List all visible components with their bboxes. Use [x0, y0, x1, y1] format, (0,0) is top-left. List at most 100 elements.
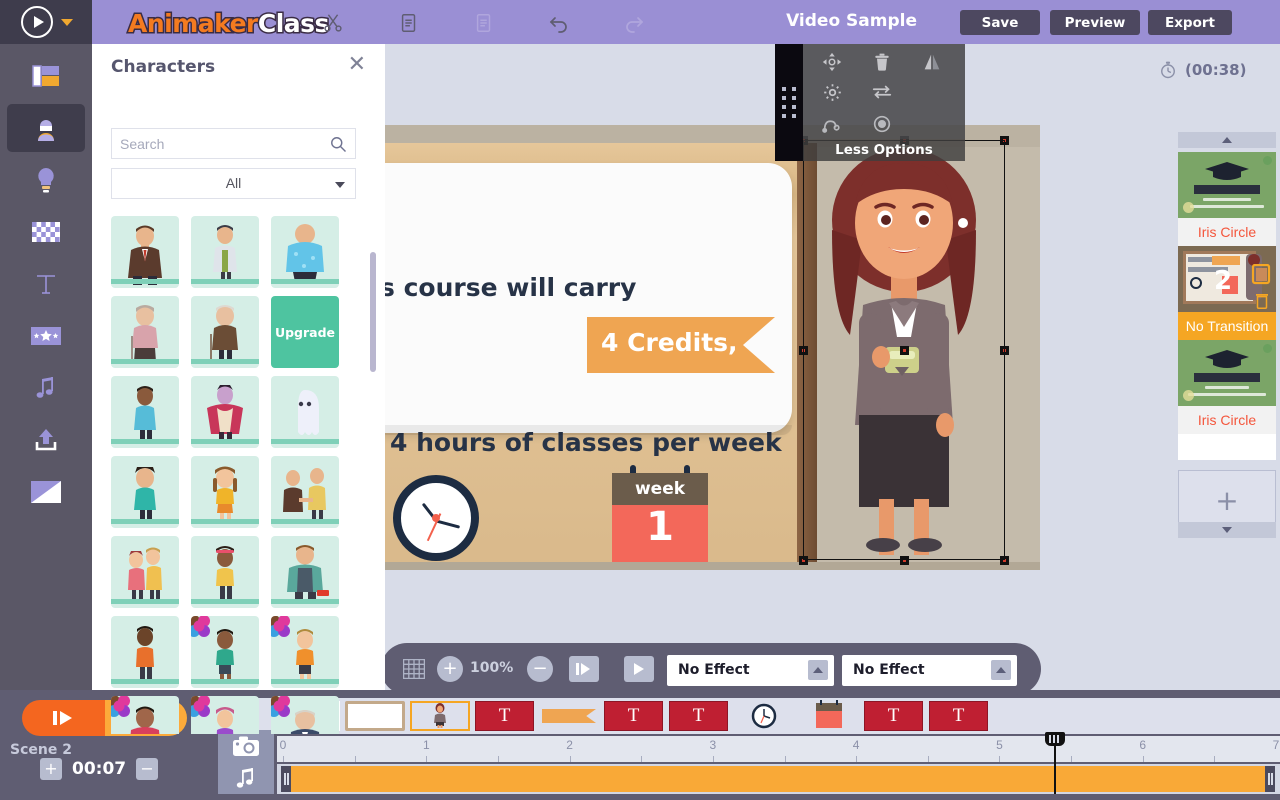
- effect-out-dropdown[interactable]: No Effect: [842, 655, 1017, 686]
- scene-card-placeholder[interactable]: [1178, 434, 1276, 460]
- sidebar-item-text[interactable]: [7, 260, 85, 308]
- stage-text-line1[interactable]: s course will carry: [385, 273, 636, 302]
- panel-scrollbar[interactable]: [370, 252, 376, 372]
- timeline-object-text-2[interactable]: T: [604, 701, 663, 731]
- character-mechanic[interactable]: [271, 536, 339, 608]
- clip-left-handle[interactable]: [281, 766, 291, 792]
- play-scene-button[interactable]: [22, 700, 105, 736]
- timeline-object-text-1[interactable]: T: [475, 701, 534, 731]
- redo-icon[interactable]: [621, 10, 647, 36]
- timeline-track[interactable]: [277, 764, 1280, 794]
- timeline-object-text-5[interactable]: T: [929, 701, 988, 731]
- character-boy-green-shirt[interactable]: [191, 616, 259, 688]
- app-menu-button[interactable]: [0, 0, 92, 44]
- female-teacher-character[interactable]: [803, 135, 1005, 555]
- track-icon-camera[interactable]: [218, 730, 274, 762]
- scissors-icon[interactable]: [320, 10, 346, 36]
- timeline-object-text-4[interactable]: T: [864, 701, 923, 731]
- character-old-woman-cane[interactable]: [111, 296, 179, 368]
- add-scene-button[interactable]: +: [1178, 470, 1276, 530]
- search-field[interactable]: [111, 128, 356, 159]
- paste-icon[interactable]: [471, 10, 497, 36]
- character-old-businessman[interactable]: [271, 696, 339, 734]
- character-grid[interactable]: Upgrade: [111, 216, 367, 734]
- resize-handle-ne[interactable]: [1000, 136, 1009, 145]
- record-icon[interactable]: [869, 111, 895, 137]
- timeline-ruler[interactable]: 0 1 2 3 4 5 6 7: [277, 736, 1280, 762]
- play-scene-button[interactable]: [569, 656, 599, 682]
- track-icon-music[interactable]: [218, 762, 274, 794]
- character-two-men-handshake[interactable]: [271, 456, 339, 528]
- sidebar-item-properties[interactable]: [7, 156, 85, 204]
- clip-right-handle[interactable]: [1265, 766, 1275, 792]
- character-woman-headband[interactable]: [191, 536, 259, 608]
- character-old-man-cane[interactable]: [191, 296, 259, 368]
- sidebar-item-effects[interactable]: [7, 208, 85, 256]
- play-all-button[interactable]: [624, 656, 654, 682]
- drag-handle[interactable]: [775, 44, 803, 161]
- character-man-orange-shirt[interactable]: [111, 616, 179, 688]
- resize-handle-s[interactable]: [900, 556, 909, 565]
- duration-increase-button[interactable]: +: [40, 758, 62, 780]
- character-couple[interactable]: [111, 536, 179, 608]
- sidebar-item-upload[interactable]: [7, 416, 85, 464]
- timeline-object-clock[interactable]: [734, 701, 794, 731]
- scene-card-2[interactable]: 2 No Transition: [1178, 246, 1276, 340]
- character-athlete[interactable]: [111, 696, 179, 734]
- sidebar-item-music[interactable]: [7, 364, 85, 412]
- resize-handle-se[interactable]: [1000, 556, 1009, 565]
- close-icon[interactable]: ✕: [348, 54, 366, 76]
- character-vampire[interactable]: [191, 376, 259, 448]
- rotate-handle-center[interactable]: [900, 346, 909, 355]
- scene-transition-label[interactable]: No Transition: [1178, 312, 1276, 340]
- stage-ribbon-credits[interactable]: 4 Credits,: [587, 317, 775, 373]
- resize-handle-w[interactable]: [799, 346, 808, 355]
- timeline-object-text-3[interactable]: T: [669, 701, 728, 731]
- duration-decrease-button[interactable]: −: [136, 758, 159, 780]
- play-icon[interactable]: [21, 6, 53, 38]
- path-animation-icon[interactable]: [819, 111, 845, 137]
- less-options-button[interactable]: Less Options: [803, 139, 965, 161]
- character-boy-teal[interactable]: [111, 456, 179, 528]
- preview-button[interactable]: Preview: [1050, 10, 1140, 35]
- grid-icon[interactable]: [403, 659, 425, 679]
- flip-icon[interactable]: [919, 49, 945, 75]
- timeline-object-character[interactable]: [410, 701, 470, 731]
- sidebar-item-enhance[interactable]: [7, 312, 85, 360]
- delete-scene-icon[interactable]: [1253, 290, 1271, 310]
- scenes-scroll-up-button[interactable]: [1178, 132, 1276, 148]
- character-girl-purple[interactable]: [191, 696, 259, 734]
- upgrade-tile[interactable]: Upgrade: [271, 296, 339, 368]
- settings-icon[interactable]: [819, 79, 845, 105]
- scenes-scroll-down-button[interactable]: [1178, 522, 1276, 538]
- stage-clock-graphic[interactable]: [393, 475, 479, 561]
- timeline-clip[interactable]: [285, 766, 1272, 792]
- sidebar-item-background[interactable]: [7, 52, 85, 100]
- export-button[interactable]: Export: [1148, 10, 1232, 35]
- character-boy-orange-shirt[interactable]: [271, 616, 339, 688]
- character-hawaiian-shirt-man[interactable]: [271, 216, 339, 288]
- scene-card-1[interactable]: Iris Circle: [1178, 152, 1276, 246]
- sidebar-item-transition[interactable]: [7, 468, 85, 516]
- character-businessman-suit[interactable]: [111, 216, 179, 288]
- delete-icon[interactable]: [869, 49, 895, 75]
- effect-in-dropdown[interactable]: No Effect: [667, 655, 834, 686]
- resize-handle-e[interactable]: [1000, 346, 1009, 355]
- resize-handle-sw[interactable]: [799, 556, 808, 565]
- zoom-out-button[interactable]: −: [527, 656, 553, 682]
- copy-scene-icon[interactable]: [1249, 264, 1273, 290]
- character-girl-pigtails[interactable]: [191, 456, 259, 528]
- character-young-man-blue[interactable]: [111, 376, 179, 448]
- filter-dropdown[interactable]: All: [111, 168, 356, 199]
- scene-card-3[interactable]: Iris Circle: [1178, 340, 1276, 434]
- move-icon[interactable]: [819, 49, 845, 75]
- playhead[interactable]: [1045, 732, 1065, 794]
- timeline-object-strip[interactable]: TTTTT: [277, 698, 1280, 734]
- sidebar-item-characters[interactable]: [7, 104, 85, 152]
- copy-icon[interactable]: [396, 10, 422, 36]
- zoom-in-button[interactable]: +: [437, 656, 463, 682]
- timeline-object-ribbon[interactable]: [539, 701, 599, 731]
- undo-icon[interactable]: [546, 10, 572, 36]
- timeline-object-calendar[interactable]: [799, 700, 859, 731]
- search-input[interactable]: [120, 129, 320, 158]
